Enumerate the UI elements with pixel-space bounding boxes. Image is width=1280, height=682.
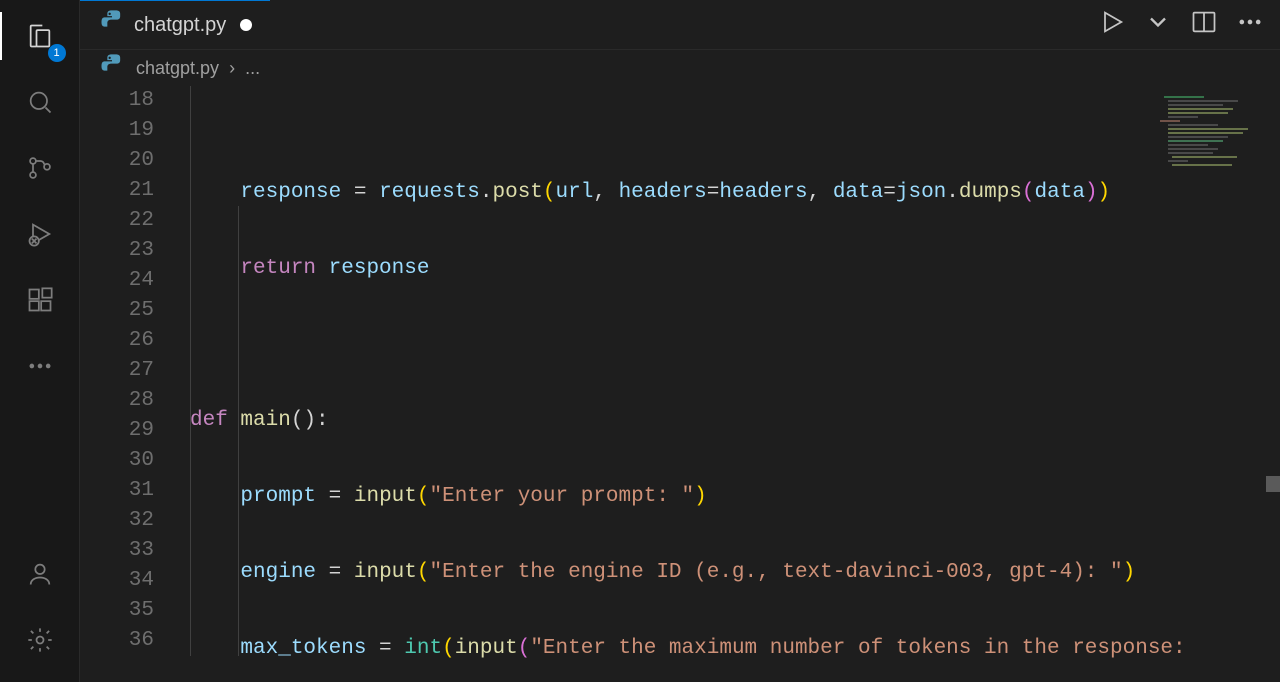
scroll-thumb[interactable] (1266, 476, 1280, 492)
editor-actions (1098, 8, 1280, 41)
breadcrumb[interactable]: chatgpt.py › ... (80, 50, 1280, 86)
chevron-right-icon: › (229, 58, 235, 79)
explorer-badge: 1 (48, 44, 66, 62)
editor[interactable]: 18192021222324252627282930313233343536 r… (80, 86, 1280, 682)
tab-bar: chatgpt.py (80, 0, 1280, 50)
run-icon[interactable] (1098, 8, 1126, 41)
tab-label: chatgpt.py (134, 14, 226, 37)
main-area: chatgpt.py chatgpt.py › ... 181920212223… (80, 0, 1280, 682)
run-debug-icon[interactable] (16, 210, 64, 258)
dirty-indicator-icon (240, 19, 252, 31)
source-control-icon[interactable] (16, 144, 64, 192)
account-icon[interactable] (16, 550, 64, 598)
explorer-icon[interactable]: 1 (16, 12, 64, 60)
scrollbar[interactable] (1266, 86, 1280, 682)
extensions-icon[interactable] (16, 276, 64, 324)
run-dropdown-icon[interactable] (1144, 8, 1172, 41)
minimap[interactable] (1156, 96, 1266, 196)
more-icon[interactable] (16, 342, 64, 390)
python-file-icon (98, 52, 126, 85)
split-editor-icon[interactable] (1190, 8, 1218, 41)
settings-icon[interactable] (16, 616, 64, 664)
breadcrumb-file: chatgpt.py (136, 58, 219, 79)
activity-bar: 1 (0, 0, 80, 682)
tab-chatgpt[interactable]: chatgpt.py (80, 0, 270, 49)
more-actions-icon[interactable] (1236, 8, 1264, 41)
search-icon[interactable] (16, 78, 64, 126)
breadcrumb-ellipsis: ... (245, 58, 260, 79)
gutter: 18192021222324252627282930313233343536 (80, 86, 190, 682)
code-area[interactable]: response = requests.post(url, headers=he… (190, 86, 1280, 682)
python-file-icon (98, 8, 126, 42)
